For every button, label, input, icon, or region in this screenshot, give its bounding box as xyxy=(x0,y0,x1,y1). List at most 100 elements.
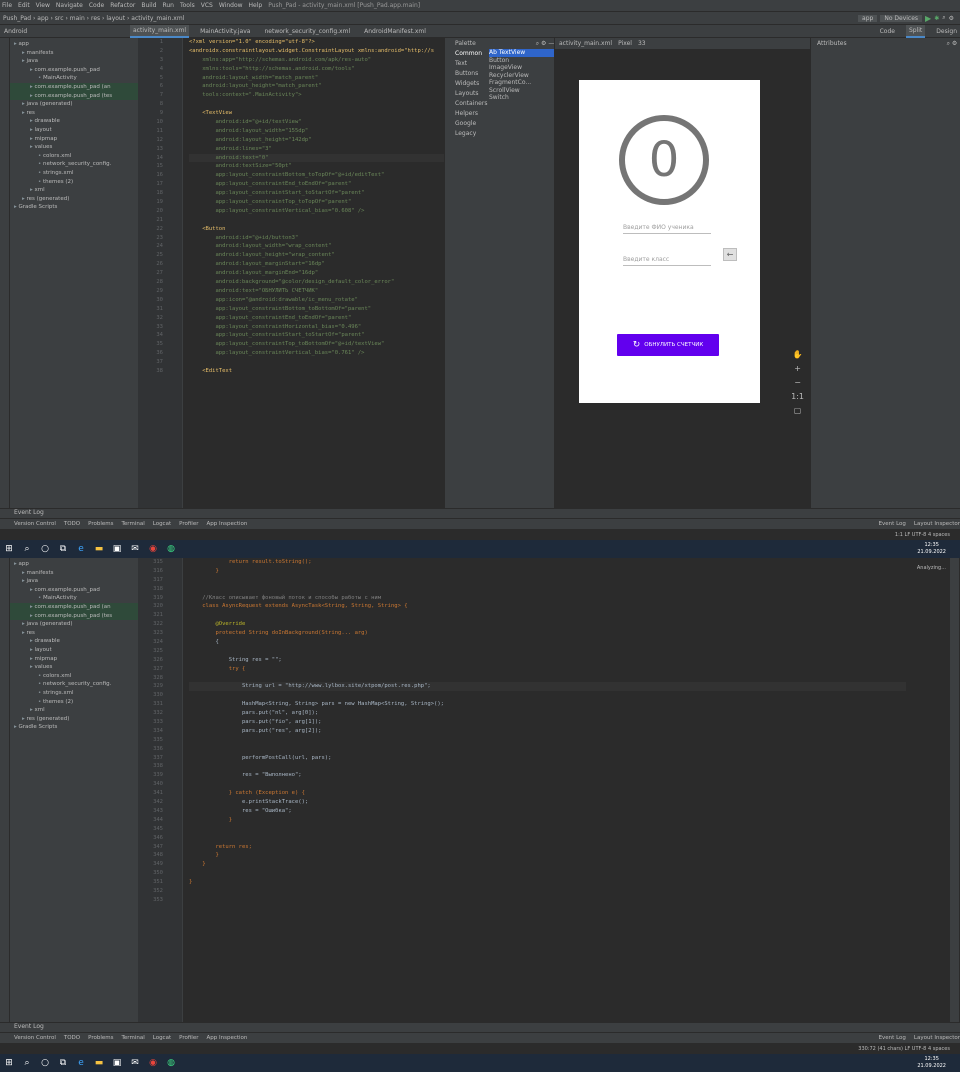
menu-item-run[interactable]: Run xyxy=(162,2,174,9)
mail-icon[interactable]: ✉ xyxy=(126,540,144,558)
tool-todo[interactable]: TODO xyxy=(64,521,80,527)
menu-item-vcs[interactable]: VCS xyxy=(201,2,213,9)
menu-item-refactor[interactable]: Refactor xyxy=(110,2,135,9)
palette-item[interactable]: Button xyxy=(489,57,554,65)
palette-item[interactable]: RecyclerView xyxy=(489,72,554,80)
project-tree-item[interactable]: ▸ layout xyxy=(10,646,138,655)
device-select[interactable]: No Devices xyxy=(880,14,923,22)
project-tree-item[interactable]: ▸ com.example.push_pad (tes xyxy=(10,91,138,101)
project-tree-item[interactable]: ▸ com.example.push_pad (tes xyxy=(10,611,138,621)
tool-version-control[interactable]: Version Control xyxy=(14,521,56,527)
tool-app-inspection[interactable]: App Inspection xyxy=(206,521,247,527)
project-tree-item[interactable]: • strings.xml xyxy=(10,169,138,178)
palette-category-common[interactable]: Common xyxy=(455,49,489,59)
project-tree-item[interactable]: ▸ res xyxy=(10,109,138,118)
project-tree-item[interactable]: • network_security_config. xyxy=(10,680,138,689)
edge-icon[interactable]: e xyxy=(72,540,90,558)
tab-network-security-config-xml[interactable]: network_security_config.xml xyxy=(261,25,353,38)
tool-event-log[interactable]: Event Log xyxy=(879,521,906,527)
project-tree-item[interactable]: ▸ values xyxy=(10,663,138,672)
project-tree-item[interactable]: • strings.xml xyxy=(10,689,138,698)
api-level-select[interactable]: 33 xyxy=(638,40,646,47)
palette-category-widgets[interactable]: Widgets xyxy=(455,79,489,89)
project-tree-item[interactable]: ▸ xml xyxy=(10,186,138,195)
store-icon[interactable]: ▣ xyxy=(108,540,126,558)
project-tree-item[interactable]: ▸ res xyxy=(10,629,138,638)
palette-search-icon[interactable]: ⌕ ⚙ — xyxy=(536,40,555,48)
chrome-icon[interactable]: ◉ xyxy=(144,1054,162,1072)
tool-app-inspection[interactable]: App Inspection xyxy=(206,1035,247,1041)
menu-item-file[interactable]: File xyxy=(2,2,12,9)
android-studio-icon[interactable]: ◍ xyxy=(162,540,180,558)
tab-androidmanifest-xml[interactable]: AndroidManifest.xml xyxy=(361,25,429,38)
project-tree-item[interactable]: ▸ xml xyxy=(10,706,138,715)
windows-start-icon[interactable]: ⊞ xyxy=(0,540,18,558)
zoom-controls[interactable]: ✋ + −1:1 ▢ xyxy=(791,348,804,418)
debug-icon[interactable]: ✱ xyxy=(934,15,939,22)
cortana-icon[interactable]: ○ xyxy=(36,1054,54,1072)
project-tree-item[interactable]: ▸ mipmap xyxy=(10,655,138,664)
store-icon[interactable]: ▣ xyxy=(108,1054,126,1072)
project-tree-item[interactable]: • MainActivity xyxy=(10,74,138,83)
project-tree-item[interactable]: ▸ drawable xyxy=(10,637,138,646)
project-tree-item[interactable]: • network_security_config. xyxy=(10,160,138,169)
task-view-icon[interactable]: ⧉ xyxy=(54,540,72,558)
tool-terminal[interactable]: Terminal xyxy=(121,521,144,527)
search-icon[interactable]: ⌕ xyxy=(18,1054,36,1072)
menu-item-code[interactable]: Code xyxy=(89,2,104,9)
palette-category-text[interactable]: Text xyxy=(455,59,489,69)
project-tree-item[interactable]: ▸ Gradle Scripts xyxy=(10,203,138,212)
task-view-icon[interactable]: ⧉ xyxy=(54,1054,72,1072)
explorer-icon[interactable]: ▬ xyxy=(90,1054,108,1072)
project-tree-item[interactable]: ▸ drawable xyxy=(10,117,138,126)
menu-item-view[interactable]: View xyxy=(36,2,50,9)
search-icon[interactable]: ⌕ xyxy=(942,14,945,22)
palette-item[interactable]: ImageView xyxy=(489,64,554,72)
android-studio-icon[interactable]: ◍ xyxy=(162,1054,180,1072)
project-tree-item[interactable]: ▸ Gradle Scripts xyxy=(10,723,138,732)
tool-terminal[interactable]: Terminal xyxy=(121,1035,144,1041)
view-mode-design[interactable]: Design xyxy=(933,25,960,38)
project-tree-item[interactable]: ▸ layout xyxy=(10,126,138,135)
tool-logcat[interactable]: Logcat xyxy=(153,1035,171,1041)
edge-icon[interactable]: e xyxy=(72,1054,90,1072)
tab-mainactivity-java[interactable]: MainActivity.java xyxy=(197,25,253,38)
palette-category-containers[interactable]: Containers xyxy=(455,99,489,109)
run-config-select[interactable]: app xyxy=(858,14,878,22)
project-tree-item[interactable]: ▸ manifests xyxy=(10,49,138,58)
tool-version-control[interactable]: Version Control xyxy=(14,1035,56,1041)
palette-category-helpers[interactable]: Helpers xyxy=(455,109,489,119)
project-tree-item[interactable]: • MainActivity xyxy=(10,594,138,603)
palette-item[interactable]: Ab TextView xyxy=(489,49,554,57)
palette-item[interactable]: ScrollView xyxy=(489,87,554,95)
project-tree-item[interactable]: ▸ mipmap xyxy=(10,135,138,144)
tool-logcat[interactable]: Logcat xyxy=(153,521,171,527)
cortana-icon[interactable]: ○ xyxy=(36,540,54,558)
tab-activity-main-xml[interactable]: activity_main.xml xyxy=(130,24,190,38)
event-log-title-2[interactable]: Event Log xyxy=(0,1022,960,1032)
search-icon[interactable]: ⌕ xyxy=(18,540,36,558)
project-tree-item[interactable]: ▸ com.example.push_pad xyxy=(10,66,138,75)
menu-item-navigate[interactable]: Navigate xyxy=(56,2,83,9)
tool-layout-inspector[interactable]: Layout Inspector xyxy=(914,1035,960,1041)
java-code-editor[interactable]: return result.toString(); } //Класс опис… xyxy=(183,558,906,1022)
attributes-search-icon[interactable]: ⌕ ⚙ xyxy=(947,40,958,48)
palette-category-legacy[interactable]: Legacy xyxy=(455,129,489,139)
breadcrumb[interactable]: Push_Pad › app › src › main › res › layo… xyxy=(3,15,184,22)
project-tree-item[interactable]: ▸ java (generated) xyxy=(10,100,138,109)
settings-icon[interactable]: ⚙ xyxy=(949,15,954,22)
palette-item[interactable]: Switch xyxy=(489,94,554,102)
menu-item-help[interactable]: Help xyxy=(249,2,263,9)
device-preview-select[interactable]: Pixel xyxy=(618,40,632,47)
tool-profiler[interactable]: Profiler xyxy=(179,521,198,527)
tool-profiler[interactable]: Profiler xyxy=(179,1035,198,1041)
view-mode-split[interactable]: Split xyxy=(905,24,926,38)
project-tree-item[interactable]: ▸ com.example.push_pad (an xyxy=(10,602,138,612)
palette-category-buttons[interactable]: Buttons xyxy=(455,69,489,79)
chrome-icon[interactable]: ◉ xyxy=(144,540,162,558)
xml-code-editor[interactable]: <?xml version="1.0" encoding="utf-8"?> <a… xyxy=(183,38,444,508)
counter-textview[interactable]: 0 xyxy=(619,115,709,205)
project-tree-item[interactable]: ▸ app xyxy=(10,40,138,49)
palette-category-layouts[interactable]: Layouts xyxy=(455,89,489,99)
project-tree-item[interactable]: ▸ java xyxy=(10,57,138,66)
